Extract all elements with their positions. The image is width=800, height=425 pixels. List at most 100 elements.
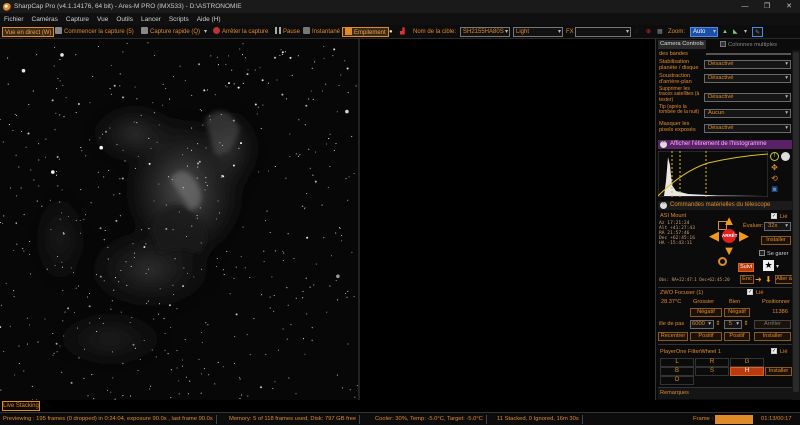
menu-vue[interactable]: Vue [97, 16, 108, 23]
fx-select[interactable] [575, 27, 631, 37]
background-subtraction-select[interactable]: Désactivé [704, 74, 791, 83]
live-view-button[interactable]: Vue en direct (W) [2, 27, 55, 37]
fine-step-input[interactable]: 5 [724, 320, 742, 329]
focuser-lock-checkbox[interactable]: ✓ [747, 289, 753, 295]
star [233, 83, 235, 85]
home-icon[interactable] [718, 257, 727, 266]
move-north-icon[interactable]: ▲ [722, 214, 736, 227]
fine-negative-button[interactable]: Négatif [724, 308, 750, 317]
band-slider[interactable] [706, 53, 791, 55]
fine-positive-button[interactable]: Positif [724, 332, 750, 341]
histogram-section-header[interactable]: ⌃ Afficher l'étirement de l'histogramme [658, 140, 792, 149]
focuser-stop-button[interactable]: Arrêter [754, 320, 791, 329]
coarse-step-spinner-icon[interactable]: ⇕ [714, 320, 722, 329]
star [54, 265, 56, 267]
snapshot-button[interactable]: Instantané [303, 27, 340, 37]
star [119, 73, 121, 75]
pin-icon[interactable]: ✎ [752, 27, 764, 37]
mask-pixels-select[interactable]: Désactivé [704, 124, 791, 133]
options-dropdown-icon[interactable]: ▾ [744, 27, 747, 37]
quick-capture-button[interactable]: Capture rapide (Q) [141, 27, 200, 37]
fine-step-spinner-icon[interactable]: ⇕ [742, 320, 750, 329]
star-dropdown-icon[interactable]: ▾ [776, 263, 779, 270]
histogram-save-icon[interactable]: ▣ [770, 185, 779, 194]
star [26, 343, 28, 345]
live-stacking-tab[interactable]: Live Stacking [2, 401, 40, 411]
quick-capture-dropdown-icon[interactable]: ▾ [204, 27, 207, 37]
histogram-icon[interactable]: ▟ [400, 27, 405, 37]
captured-image[interactable] [0, 39, 358, 400]
level-icon[interactable]: ◣ [733, 27, 738, 37]
mount-install-button[interactable]: Installer [761, 236, 791, 245]
planet-stabilization-select[interactable]: Désactivé [704, 60, 791, 69]
tab-camera-controls[interactable]: Camera Controls [658, 40, 706, 49]
menu-lancer[interactable]: Lancer [141, 16, 161, 23]
histogram-info-icon[interactable]: ! [770, 152, 779, 161]
focuser-install-button[interactable]: Installer [754, 332, 791, 341]
zoom-select[interactable]: Auto [690, 27, 718, 37]
multiple-columns-checkbox[interactable] [720, 41, 726, 47]
panel-scrollbar-thumb[interactable] [793, 52, 799, 392]
filter-slot[interactable]: L [660, 358, 694, 367]
recenter-button[interactable]: Recentrer [658, 332, 688, 341]
minimize-button[interactable]: — [734, 0, 756, 13]
menu-aide[interactable]: Aide (H) [197, 16, 221, 23]
move-south-icon[interactable]: ▼ [722, 244, 736, 257]
colormap-select[interactable]: Light [513, 27, 563, 37]
mount-lock-checkbox[interactable]: ✓ [771, 213, 777, 219]
move-east-icon[interactable]: ▶ [737, 229, 751, 242]
histogram-move-icon[interactable]: ✥ [770, 163, 779, 172]
tip-select[interactable]: Aucun [704, 109, 791, 118]
close-button[interactable]: ✕ [778, 0, 800, 13]
encoder-button[interactable]: Enc [740, 275, 754, 284]
grid-icon[interactable]: ▦ [657, 27, 663, 37]
down-arrow-icon[interactable]: ⬇ [765, 275, 772, 284]
menu-scripts[interactable]: Scripts [169, 16, 189, 23]
telescope-section-header[interactable]: ⌃ Commandes matérielles du télescope [658, 201, 792, 210]
filter-slot-active[interactable]: H [730, 367, 764, 376]
filterwheel-lock-checkbox[interactable]: ✓ [771, 348, 777, 354]
park-checkbox[interactable] [759, 250, 765, 256]
next-arrow-icon[interactable]: ➔ [755, 275, 762, 284]
pause-button[interactable]: Pause [275, 27, 300, 37]
target-name-select[interactable]: SH2155HA80S [460, 27, 510, 37]
coarse-positive-button[interactable]: Positif [690, 332, 722, 341]
satellite-trails-select[interactable]: Désactivé [704, 93, 791, 102]
filter-slot[interactable]: R [695, 358, 729, 367]
tab-multiple-columns[interactable]: Colonnes multiples [718, 40, 779, 49]
menu-outils[interactable]: Outils [116, 16, 133, 23]
reticle-icon[interactable]: ◌ [635, 27, 639, 37]
rate-select[interactable]: 32x [764, 222, 791, 231]
menu-capture[interactable]: Capture [66, 16, 89, 23]
goto-button[interactable]: Aller à [775, 275, 793, 284]
mount-stop-button[interactable]: ARRÊT [722, 229, 738, 243]
record-icon[interactable]: ● [389, 27, 393, 37]
restore-button[interactable]: ❐ [756, 0, 778, 13]
histogram-graph[interactable] [658, 151, 768, 197]
star-icon[interactable]: ★ [763, 260, 774, 271]
move-west-icon[interactable]: ◀ [707, 229, 721, 242]
filter-slot[interactable]: S [695, 367, 729, 376]
crosshair-icon[interactable]: ⊕ [646, 27, 651, 37]
star [191, 127, 193, 129]
filter-slot[interactable]: B [660, 367, 694, 376]
menu-cameras[interactable]: Caméras [32, 16, 58, 23]
stop-capture-button[interactable]: Arrêter la capture [213, 27, 268, 37]
filter-slot[interactable]: O [660, 376, 694, 385]
filterwheel-install-button[interactable]: Installer [765, 367, 792, 376]
star [348, 176, 350, 178]
start-capture-button[interactable]: Commencer la capture (5) [55, 27, 134, 37]
filter-slot[interactable]: G [730, 358, 764, 367]
mountain-icon[interactable]: ▲ [722, 27, 728, 37]
star [279, 54, 281, 56]
coarse-negative-button[interactable]: Négatif [690, 308, 722, 317]
star [329, 285, 331, 287]
tracking-button[interactable]: Suivi [738, 263, 754, 272]
menu-fichier[interactable]: Fichier [4, 16, 24, 23]
star [31, 385, 33, 387]
histogram-reset-icon[interactable]: ⟲ [770, 174, 779, 183]
coarse-step-input[interactable]: 6000 [690, 320, 714, 329]
histogram-contrast-icon[interactable] [781, 152, 790, 161]
star [222, 269, 224, 271]
stacking-button[interactable]: Empilement [342, 27, 389, 37]
